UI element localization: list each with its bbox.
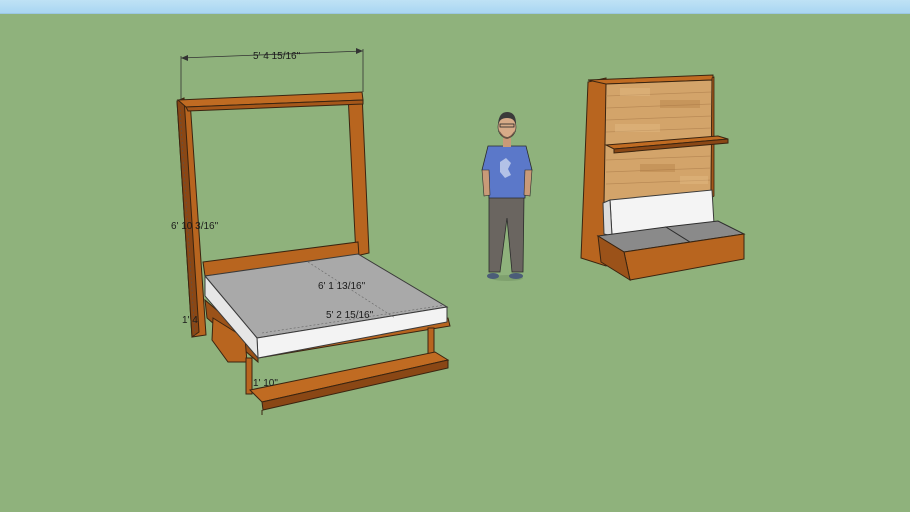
3d-scene[interactable]: 5' 4 15/16" 6' 10 3/16" 6' 1 13/16" 5' 2… <box>0 0 910 512</box>
person-neck <box>503 138 511 147</box>
person-arm-left <box>481 169 491 197</box>
leg-left <box>245 357 253 395</box>
person-pants <box>488 195 525 273</box>
dim-bed-depth-label: 6' 1 13/16" <box>318 281 366 292</box>
scale-figure-person[interactable] <box>481 112 533 281</box>
leg-right <box>427 327 435 357</box>
sofa-back-cushion-side <box>602 199 613 237</box>
wall-bed-open[interactable]: 5' 4 15/16" 6' 10 3/16" 6' 1 13/16" 5' 2… <box>171 48 451 415</box>
frame-right-post <box>347 92 370 257</box>
dimension-width[interactable]: 5' 4 15/16" <box>180 48 364 100</box>
wall-bed-closed-sofa[interactable] <box>580 74 746 282</box>
person-arm-right <box>523 169 533 197</box>
fold-down-shelf <box>248 351 450 403</box>
modeling-viewport[interactable]: 5' 4 15/16" 6' 10 3/16" 6' 1 13/16" 5' 2… <box>0 0 910 512</box>
dim-height-label: 6' 10 3/16" <box>171 221 219 232</box>
person-shoe-right <box>509 273 523 279</box>
dim-leg-height-label: 1' 4 <box>182 315 198 326</box>
dim-width-label: 5' 4 15/16" <box>253 51 301 62</box>
person-shoe-left <box>487 273 499 279</box>
dim-shelf-label: 1' 10" <box>253 378 278 389</box>
dim-bed-width-label: 5' 2 15/16" <box>326 310 374 321</box>
